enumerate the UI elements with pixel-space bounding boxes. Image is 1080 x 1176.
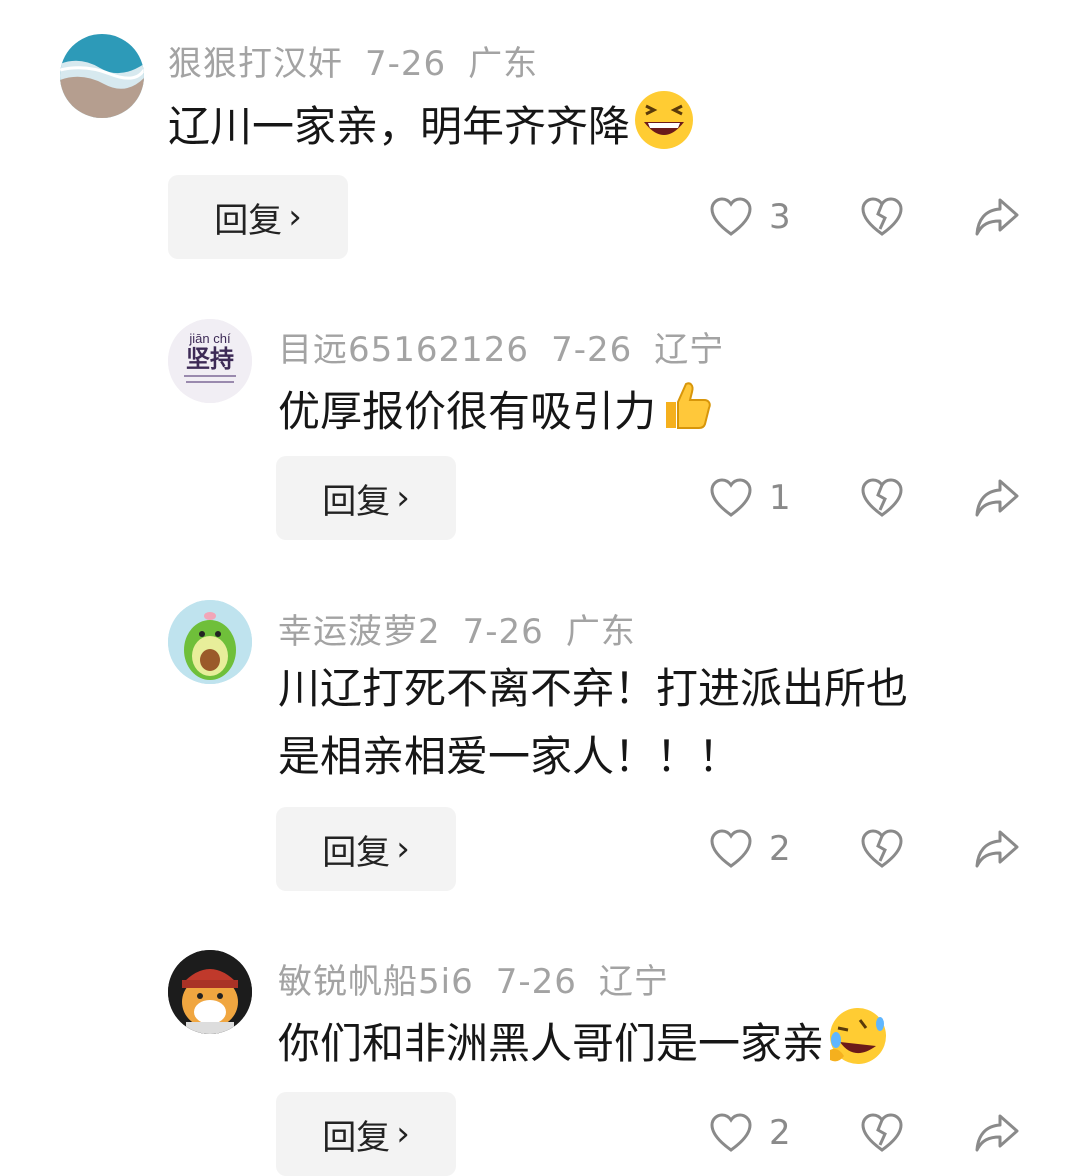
avatar[interactable] [168, 600, 252, 684]
share-button[interactable] [974, 1112, 1020, 1154]
comment-date: 7-26 [462, 612, 544, 652]
comment-item: 敏锐帆船5i6 7-26 辽宁 你们和非洲黑人哥们是一家亲 回复 › 2 [0, 920, 1080, 1176]
avatar-title: 坚持 [186, 345, 234, 373]
share-button[interactable] [974, 477, 1020, 519]
like-count: 1 [769, 478, 791, 518]
heart-icon [710, 478, 752, 517]
username[interactable]: 目远65162126 [278, 330, 529, 370]
share-icon [975, 198, 1019, 236]
comment-location: 辽宁 [654, 330, 725, 370]
comment-text: 你们和非洲黑人哥们是一家亲 [278, 1006, 890, 1087]
comment-location: 广东 [565, 612, 636, 652]
username[interactable]: 狠狠打汉奸 [168, 44, 343, 84]
share-button[interactable] [974, 828, 1020, 870]
comment-meta: 敏锐帆船5i6 7-26 辽宁 [278, 954, 691, 1003]
username[interactable]: 幸运菠萝2 [278, 612, 441, 652]
reply-button[interactable]: 回复 › [168, 175, 348, 259]
grinning-squinting-face-icon [630, 90, 696, 169]
comment-date: 7-26 [495, 962, 577, 1002]
username[interactable]: 敏锐帆船5i6 [278, 962, 474, 1002]
share-icon [975, 1114, 1019, 1152]
share-icon [975, 830, 1019, 868]
dislike-button[interactable] [860, 477, 904, 519]
comment-location: 辽宁 [598, 962, 669, 1002]
thumbs-up-icon [656, 376, 714, 453]
reply-button[interactable]: 回复 › [276, 456, 456, 540]
heart-icon [710, 829, 752, 868]
comment-date: 7-26 [365, 44, 447, 84]
like-count: 2 [769, 829, 791, 869]
comment-meta: 目远65162126 7-26 辽宁 [278, 322, 746, 371]
avatar[interactable]: jiān chí 坚持 [168, 319, 252, 403]
dislike-button[interactable] [860, 1112, 904, 1154]
like-count: 3 [769, 197, 791, 237]
avatar[interactable] [60, 34, 144, 118]
comment-text-line-1: 川辽打死不离不弃！打进派出所也 [278, 664, 909, 713]
broken-heart-icon [861, 829, 903, 868]
like-button[interactable]: 2 [709, 1112, 791, 1154]
comment-text-line-2: 是相亲相爱一家人！！！ [278, 732, 741, 781]
comment-meta: 狠狠打汉奸 7-26 广东 [168, 36, 560, 85]
reply-button[interactable]: 回复 › [276, 1092, 456, 1176]
like-button[interactable]: 3 [709, 196, 791, 238]
rolling-on-floor-laughing-icon [824, 1006, 890, 1087]
avatar[interactable] [168, 950, 252, 1034]
like-count: 2 [769, 1113, 791, 1153]
comment-location: 广东 [468, 44, 539, 84]
chevron-right-icon: › [396, 478, 410, 518]
dislike-button[interactable] [860, 828, 904, 870]
comment-item: jiān chí 坚持 目远65162126 7-26 辽宁 优厚报价很有吸引力 回… [0, 290, 1080, 560]
like-button[interactable]: 1 [709, 477, 791, 519]
comment-text: 优厚报价很有吸引力 [278, 376, 714, 453]
heart-icon [710, 197, 752, 236]
share-icon [975, 479, 1019, 517]
comment-date: 7-26 [551, 330, 633, 370]
comment-item: 狠狠打汉奸 7-26 广东 辽川一家亲，明年齐齐降 回复 › 3 [0, 0, 1080, 280]
chevron-right-icon: › [396, 829, 410, 869]
comment-meta: 幸运菠萝2 7-26 广东 [278, 604, 658, 653]
comment-text: 辽川一家亲，明年齐齐降 [168, 90, 696, 169]
chevron-right-icon: › [396, 1114, 410, 1154]
comment-item: 幸运菠萝2 7-26 广东 川辽打死不离不弃！打进派出所也 是相亲相爱一家人！！！ … [0, 570, 1080, 910]
broken-heart-icon [861, 478, 903, 517]
share-button[interactable] [974, 196, 1020, 238]
dislike-button[interactable] [860, 196, 904, 238]
broken-heart-icon [861, 1113, 903, 1152]
avatar-pinyin: jiān chí [188, 331, 231, 346]
heart-icon [710, 1113, 752, 1152]
chevron-right-icon: › [288, 197, 302, 237]
reply-button[interactable]: 回复 › [276, 807, 456, 891]
broken-heart-icon [861, 197, 903, 236]
like-button[interactable]: 2 [709, 828, 791, 870]
